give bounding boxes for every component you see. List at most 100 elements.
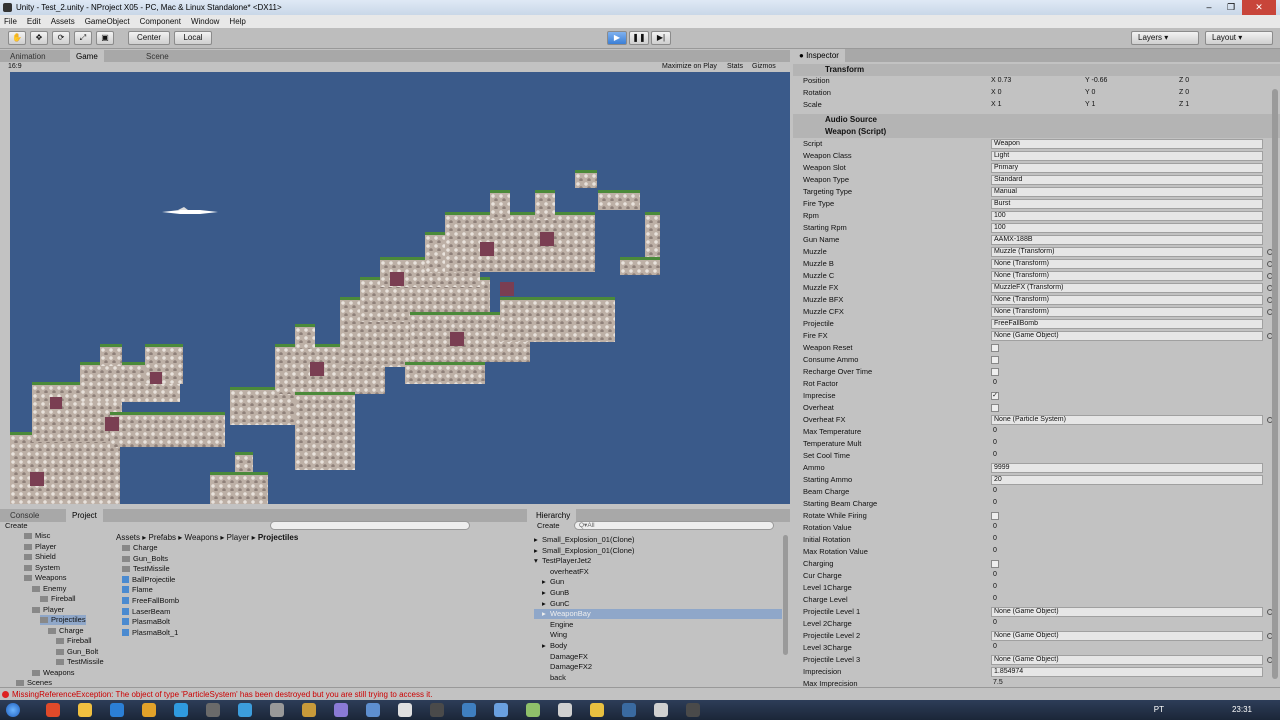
hierarchy-item[interactable]: Wing	[534, 630, 782, 640]
browser-icon[interactable]	[142, 703, 156, 717]
hierarchy-item[interactable]: DamageFX	[534, 652, 782, 662]
layout-dropdown[interactable]: Layout ▾	[1205, 31, 1273, 45]
audio-source-header[interactable]: Audio Source	[793, 114, 1280, 126]
game-viewport[interactable]	[10, 72, 790, 504]
pivot-center-button[interactable]: Center	[128, 31, 170, 45]
folder-tree-item[interactable]: Enemy	[32, 584, 66, 594]
breadcrumb-item[interactable]: Assets	[116, 533, 140, 542]
hierarchy-scrollbar[interactable]	[783, 535, 788, 655]
field-value[interactable]: 0	[991, 583, 1263, 593]
field-value[interactable]: 0	[991, 547, 1263, 557]
field-value[interactable]: 0	[991, 535, 1263, 545]
menu-item-window[interactable]: Window	[191, 15, 219, 28]
maximize-on-play-toggle[interactable]: Maximize on Play	[662, 62, 717, 72]
expand-arrow-icon[interactable]: ▸	[542, 641, 550, 651]
asset-list-item[interactable]: PlasmaBolt	[122, 617, 170, 627]
tab-project[interactable]: Project	[66, 509, 103, 522]
mail-icon[interactable]	[654, 703, 668, 717]
breadcrumb-item[interactable]: Weapons	[185, 533, 219, 542]
field-value[interactable]: 20	[991, 475, 1263, 485]
asset-list-item[interactable]: TestMissile	[122, 564, 170, 574]
folder-tree-item[interactable]: Gun_Bolt	[56, 647, 98, 657]
maximize-button[interactable]: ❐	[1220, 0, 1242, 15]
field-value[interactable]: Weapon	[991, 139, 1263, 149]
project-create-button[interactable]: Create	[5, 521, 28, 530]
stats-toggle[interactable]: Stats	[727, 62, 743, 72]
field-value[interactable]: None (Game Object)	[991, 655, 1263, 665]
field-value[interactable]: FreeFallBomb	[991, 319, 1263, 329]
rotate-tool-icon[interactable]: ⟳	[52, 31, 70, 45]
breadcrumb-item[interactable]: Prefabs	[148, 533, 176, 542]
taskbar-app-icon[interactable]	[46, 703, 60, 717]
position-x-field[interactable]: X 0.73	[991, 76, 1011, 86]
field-value[interactable]: MuzzleFX (Transform)	[991, 283, 1263, 293]
field-value[interactable]: None (Game Object)	[991, 331, 1263, 341]
field-value[interactable]: 0	[991, 451, 1263, 461]
menu-item-component[interactable]: Component	[140, 15, 181, 28]
field-value[interactable]: None (Game Object)	[991, 631, 1263, 641]
tab-inspector[interactable]: ● Inspector	[793, 49, 845, 62]
menu-item-file[interactable]: File	[4, 15, 17, 28]
folder-tree-item[interactable]: Player	[32, 605, 64, 615]
scale-x-field[interactable]: X 1	[991, 100, 1002, 110]
taskbar-app-icon[interactable]	[334, 703, 348, 717]
rotation-y-field[interactable]: Y 0	[1085, 88, 1095, 98]
unity-taskbar-icon[interactable]	[430, 703, 444, 717]
taskbar-app-icon[interactable]	[238, 703, 252, 717]
asset-list-item[interactable]: Charge	[122, 543, 158, 553]
system-clock[interactable]: 23:31	[1232, 700, 1252, 720]
inspector-scrollbar[interactable]	[1272, 89, 1278, 679]
folder-tree-item[interactable]: Player	[24, 542, 56, 552]
hierarchy-item[interactable]: back	[534, 673, 782, 683]
scale-z-field[interactable]: Z 1	[1179, 100, 1189, 110]
folder-tree-item[interactable]: Weapons	[32, 668, 75, 678]
field-value[interactable]: 0	[991, 427, 1263, 437]
field-value[interactable]: 1.854974	[991, 667, 1263, 677]
taskbar-app-icon[interactable]	[622, 703, 636, 717]
field-value[interactable]: None (Transform)	[991, 259, 1263, 269]
taskbar-app-icon[interactable]	[398, 703, 412, 717]
taskbar-app-icon[interactable]	[558, 703, 572, 717]
pause-button[interactable]: ❚❚	[629, 31, 649, 45]
close-button[interactable]: ✕	[1242, 0, 1276, 15]
asset-list-item[interactable]: LaserBeam	[122, 607, 170, 617]
field-checkbox[interactable]	[991, 344, 999, 352]
breadcrumb-item[interactable]: Player	[227, 533, 250, 542]
menu-item-assets[interactable]: Assets	[51, 15, 75, 28]
field-value[interactable]: Muzzle (Transform)	[991, 247, 1263, 257]
folder-tree-item[interactable]: Projectiles	[40, 615, 86, 625]
menu-item-edit[interactable]: Edit	[27, 15, 41, 28]
position-y-field[interactable]: Y -0.66	[1085, 76, 1107, 86]
field-value[interactable]: None (Particle System)	[991, 415, 1263, 425]
hierarchy-item[interactable]: ▸ GunB	[534, 588, 782, 598]
expand-arrow-icon[interactable]: ▸	[542, 609, 550, 619]
taskbar-app-icon[interactable]	[110, 703, 124, 717]
minimize-button[interactable]: –	[1198, 0, 1220, 15]
hierarchy-item[interactable]: ▸ Body	[534, 641, 782, 651]
hierarchy-item[interactable]: ▸ Small_Explosion_01(Clone)	[534, 546, 782, 556]
field-value[interactable]: 0	[991, 595, 1263, 605]
field-value[interactable]: 0	[991, 487, 1263, 497]
field-value[interactable]: Standard	[991, 175, 1263, 185]
hierarchy-create-button[interactable]: Create	[537, 521, 560, 530]
rotation-x-field[interactable]: X 0	[991, 88, 1002, 98]
field-value[interactable]: Light	[991, 151, 1263, 161]
taskbar-app-icon[interactable]	[302, 703, 316, 717]
step-button[interactable]: ▶|	[651, 31, 671, 45]
asset-list-item[interactable]: Flame	[122, 585, 153, 595]
expand-arrow-icon[interactable]: ▸	[542, 599, 550, 609]
field-value[interactable]: 0	[991, 379, 1263, 389]
menu-item-gameobject[interactable]: GameObject	[85, 15, 130, 28]
taskbar-app-icon[interactable]	[206, 703, 220, 717]
folder-icon[interactable]	[78, 703, 92, 717]
asset-list-item[interactable]: PlasmaBolt_1	[122, 628, 178, 638]
field-checkbox[interactable]: ✓	[991, 392, 999, 400]
position-z-field[interactable]: Z 0	[1179, 76, 1189, 86]
hierarchy-item[interactable]: ▸ GunC	[534, 599, 782, 609]
field-checkbox[interactable]	[991, 512, 999, 520]
start-button-icon[interactable]	[6, 703, 20, 717]
field-value[interactable]: 0	[991, 619, 1263, 629]
scale-y-field[interactable]: Y 1	[1085, 100, 1095, 110]
project-search-input[interactable]	[270, 521, 470, 530]
hierarchy-item[interactable]: Engine	[534, 620, 782, 630]
